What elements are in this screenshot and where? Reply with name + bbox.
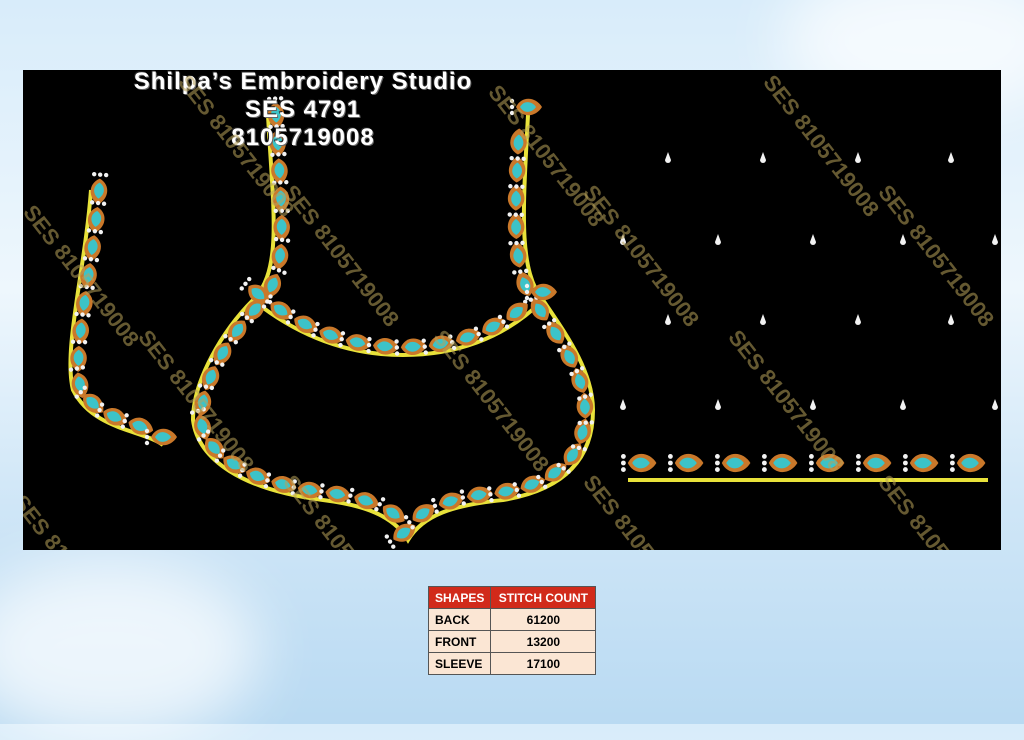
stitch-count-table: SHAPES STITCH COUNT BACK 61200 FRONT 132… [427,586,597,675]
count-cell: 13200 [490,630,597,653]
shape-cell: FRONT [427,630,492,653]
table-row: SLEEVE 17100 [427,652,597,675]
header-shapes: SHAPES [427,586,492,609]
bead-drop [948,152,954,163]
table-row: FRONT 13200 [427,630,597,653]
bead-drop [715,399,721,410]
shape-cell: SLEEVE [427,652,492,675]
bead-drop [948,314,954,325]
header-stitch-count: STITCH COUNT [490,586,597,609]
paisley-motif [949,453,986,473]
table-row: BACK 61200 [427,608,597,631]
bead-drop [665,152,671,163]
paisley-motif [667,453,704,473]
count-cell: 17100 [490,652,597,675]
bead-drop [855,152,861,163]
bead-drop [810,399,816,410]
bead-drop [715,234,721,245]
bead-drop [760,314,766,325]
table-header-row: SHAPES STITCH COUNT [427,586,597,609]
paisley-motif [902,453,939,473]
studio-phone: 8105719008 [231,124,375,151]
paisley-motif [620,453,657,473]
bead-drop [992,399,998,410]
shape-cell: BACK [427,608,492,631]
bead-drop [760,152,766,163]
paisley-motif [714,453,751,473]
bead-drop [855,314,861,325]
bead-drop [810,234,816,245]
count-cell: 61200 [490,608,597,631]
bead-drop [620,399,626,410]
paisley-motif [90,171,109,205]
bead-drop [992,234,998,245]
bead-drop [900,399,906,410]
paisley-motif [761,453,798,473]
design-canvas: Shilpa’s Embroidery Studio SES 4791 8105… [23,70,1001,550]
paisley-motif [855,453,892,473]
